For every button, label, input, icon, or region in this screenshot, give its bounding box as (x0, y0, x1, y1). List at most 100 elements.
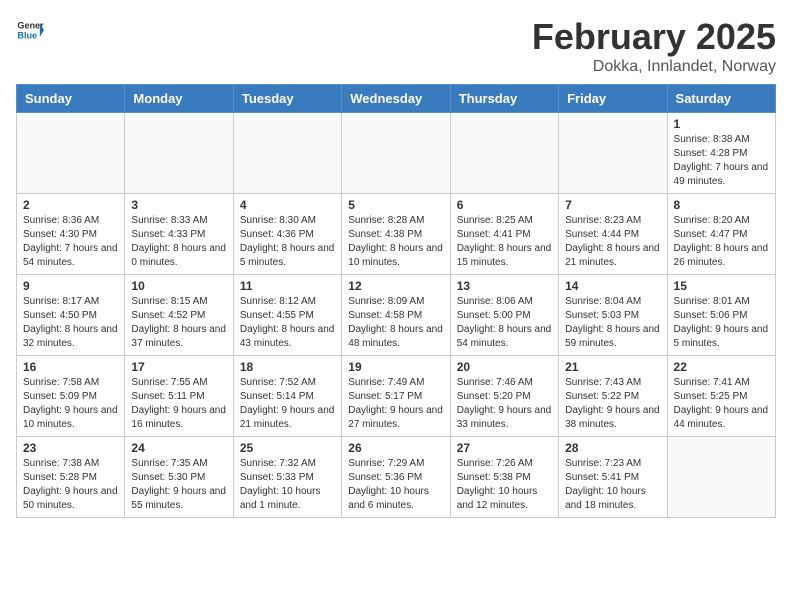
day-info: Sunrise: 7:41 AM Sunset: 5:25 PM Dayligh… (674, 376, 769, 432)
day-number: 4 (240, 198, 335, 212)
day-info: Sunrise: 7:43 AM Sunset: 5:22 PM Dayligh… (565, 376, 660, 432)
calendar-cell: 2 Sunrise: 8:36 AM Sunset: 4:30 PM Daylig… (17, 194, 125, 275)
calendar-cell: 21Sunrise: 7:43 AM Sunset: 5:22 PM Dayli… (559, 356, 667, 437)
day-number: 16 (23, 360, 118, 374)
calendar-cell: 8 Sunrise: 8:20 AM Sunset: 4:47 PM Daylig… (667, 194, 775, 275)
day-info: Sunrise: 7:49 AM Sunset: 5:17 PM Dayligh… (348, 376, 443, 432)
day-info: Sunrise: 7:55 AM Sunset: 5:11 PM Dayligh… (131, 376, 226, 432)
day-number: 8 (674, 198, 769, 212)
day-info: Sunrise: 7:23 AM Sunset: 5:41 PM Dayligh… (565, 457, 660, 513)
calendar-cell (559, 113, 667, 194)
calendar-cell: 6 Sunrise: 8:25 AM Sunset: 4:41 PM Daylig… (450, 194, 558, 275)
calendar-cell: 28 Sunrise: 7:23 AM Sunset: 5:41 PM Dayli… (559, 437, 667, 518)
calendar-cell: 4 Sunrise: 8:30 AM Sunset: 4:36 PM Daylig… (233, 194, 341, 275)
day-info: Sunrise: 8:38 AM Sunset: 4:28 PM Dayligh… (674, 133, 769, 189)
day-info: Sunrise: 8:12 AM Sunset: 4:55 PM Dayligh… (240, 295, 335, 351)
calendar-cell: 22 Sunrise: 7:41 AM Sunset: 5:25 PM Dayli… (667, 356, 775, 437)
calendar-cell: 16 Sunrise: 7:58 AM Sunset: 5:09 PM Dayli… (17, 356, 125, 437)
calendar-week-row: 2 Sunrise: 8:36 AM Sunset: 4:30 PM Daylig… (17, 194, 776, 275)
calendar-cell: 12 Sunrise: 8:09 AM Sunset: 4:58 PM Dayli… (342, 275, 450, 356)
day-info: Sunrise: 7:58 AM Sunset: 5:09 PM Dayligh… (23, 376, 118, 432)
day-number: 11 (240, 279, 335, 293)
day-info: Sunrise: 8:15 AM Sunset: 4:52 PM Dayligh… (131, 295, 226, 351)
calendar-cell (450, 113, 558, 194)
day-number: 27 (457, 441, 552, 455)
day-info: Sunrise: 8:04 AM Sunset: 5:03 PM Dayligh… (565, 295, 660, 351)
day-header-thursday: Thursday (450, 85, 558, 113)
day-info: Sunrise: 8:09 AM Sunset: 4:58 PM Dayligh… (348, 295, 443, 351)
day-info: Sunrise: 8:36 AM Sunset: 4:30 PM Dayligh… (23, 214, 118, 270)
day-number: 13 (457, 279, 552, 293)
day-number: 18 (240, 360, 335, 374)
day-info: Sunrise: 8:33 AM Sunset: 4:33 PM Dayligh… (131, 214, 226, 270)
day-info: Sunrise: 8:17 AM Sunset: 4:50 PM Dayligh… (23, 295, 118, 351)
day-info: Sunrise: 7:38 AM Sunset: 5:28 PM Dayligh… (23, 457, 118, 513)
day-number: 28 (565, 441, 660, 455)
calendar-cell: 18 Sunrise: 7:52 AM Sunset: 5:14 PM Dayli… (233, 356, 341, 437)
calendar-cell: 24 Sunrise: 7:35 AM Sunset: 5:30 PM Dayli… (125, 437, 233, 518)
calendar-cell: 14 Sunrise: 8:04 AM Sunset: 5:03 PM Dayli… (559, 275, 667, 356)
day-header-saturday: Saturday (667, 85, 775, 113)
day-number: 22 (674, 360, 769, 374)
day-header-monday: Monday (125, 85, 233, 113)
day-header-wednesday: Wednesday (342, 85, 450, 113)
calendar-cell: 25 Sunrise: 7:32 AM Sunset: 5:33 PM Dayli… (233, 437, 341, 518)
month-year-title: February 2025 (532, 16, 776, 58)
day-number: 9 (23, 279, 118, 293)
day-number: 24 (131, 441, 226, 455)
calendar-cell (342, 113, 450, 194)
calendar-cell (233, 113, 341, 194)
calendar-cell: 17 Sunrise: 7:55 AM Sunset: 5:11 PM Dayli… (125, 356, 233, 437)
day-number: 26 (348, 441, 443, 455)
calendar-cell (667, 437, 775, 518)
calendar-cell: 11 Sunrise: 8:12 AM Sunset: 4:55 PM Dayli… (233, 275, 341, 356)
day-info: Sunrise: 8:25 AM Sunset: 4:41 PM Dayligh… (457, 214, 552, 270)
day-number: 5 (348, 198, 443, 212)
logo: General Blue (16, 16, 44, 44)
day-number: 3 (131, 198, 226, 212)
calendar-cell (17, 113, 125, 194)
calendar-cell: 15 Sunrise: 8:01 AM Sunset: 5:06 PM Dayli… (667, 275, 775, 356)
day-number: 1 (674, 117, 769, 131)
day-number: 25 (240, 441, 335, 455)
title-section: February 2025 Dokka, Innlandet, Norway (532, 16, 776, 76)
day-info: Sunrise: 8:20 AM Sunset: 4:47 PM Dayligh… (674, 214, 769, 270)
day-number: 2 (23, 198, 118, 212)
calendar-week-row: 16 Sunrise: 7:58 AM Sunset: 5:09 PM Dayli… (17, 356, 776, 437)
day-info: Sunrise: 8:30 AM Sunset: 4:36 PM Dayligh… (240, 214, 335, 270)
day-info: Sunrise: 7:35 AM Sunset: 5:30 PM Dayligh… (131, 457, 226, 513)
calendar-week-row: 9 Sunrise: 8:17 AM Sunset: 4:50 PM Daylig… (17, 275, 776, 356)
day-info: Sunrise: 7:32 AM Sunset: 5:33 PM Dayligh… (240, 457, 335, 513)
calendar-week-row: 23Sunrise: 7:38 AM Sunset: 5:28 PM Dayli… (17, 437, 776, 518)
location-subtitle: Dokka, Innlandet, Norway (532, 58, 776, 76)
day-number: 19 (348, 360, 443, 374)
day-number: 10 (131, 279, 226, 293)
calendar-cell: 9 Sunrise: 8:17 AM Sunset: 4:50 PM Daylig… (17, 275, 125, 356)
day-info: Sunrise: 8:28 AM Sunset: 4:38 PM Dayligh… (348, 214, 443, 270)
logo-icon: General Blue (16, 16, 44, 44)
svg-text:Blue: Blue (17, 30, 37, 40)
calendar-cell: 27Sunrise: 7:26 AM Sunset: 5:38 PM Dayli… (450, 437, 558, 518)
day-info: Sunrise: 8:06 AM Sunset: 5:00 PM Dayligh… (457, 295, 552, 351)
day-header-sunday: Sunday (17, 85, 125, 113)
day-number: 14 (565, 279, 660, 293)
calendar-cell: 20Sunrise: 7:46 AM Sunset: 5:20 PM Dayli… (450, 356, 558, 437)
header: General Blue February 2025 Dokka, Innlan… (16, 16, 776, 76)
day-info: Sunrise: 8:01 AM Sunset: 5:06 PM Dayligh… (674, 295, 769, 351)
day-number: 6 (457, 198, 552, 212)
day-info: Sunrise: 7:46 AM Sunset: 5:20 PM Dayligh… (457, 376, 552, 432)
day-number: 17 (131, 360, 226, 374)
calendar-header-row: SundayMondayTuesdayWednesdayThursdayFrid… (17, 85, 776, 113)
calendar-cell: 5 Sunrise: 8:28 AM Sunset: 4:38 PM Daylig… (342, 194, 450, 275)
calendar-cell: 7 Sunrise: 8:23 AM Sunset: 4:44 PM Daylig… (559, 194, 667, 275)
day-info: Sunrise: 7:52 AM Sunset: 5:14 PM Dayligh… (240, 376, 335, 432)
day-number: 7 (565, 198, 660, 212)
calendar-week-row: 1 Sunrise: 8:38 AM Sunset: 4:28 PM Daylig… (17, 113, 776, 194)
day-header-friday: Friday (559, 85, 667, 113)
day-number: 12 (348, 279, 443, 293)
day-info: Sunrise: 8:23 AM Sunset: 4:44 PM Dayligh… (565, 214, 660, 270)
calendar-cell: 13 Sunrise: 8:06 AM Sunset: 5:00 PM Dayli… (450, 275, 558, 356)
day-header-tuesday: Tuesday (233, 85, 341, 113)
calendar-cell: 1 Sunrise: 8:38 AM Sunset: 4:28 PM Daylig… (667, 113, 775, 194)
day-number: 15 (674, 279, 769, 293)
